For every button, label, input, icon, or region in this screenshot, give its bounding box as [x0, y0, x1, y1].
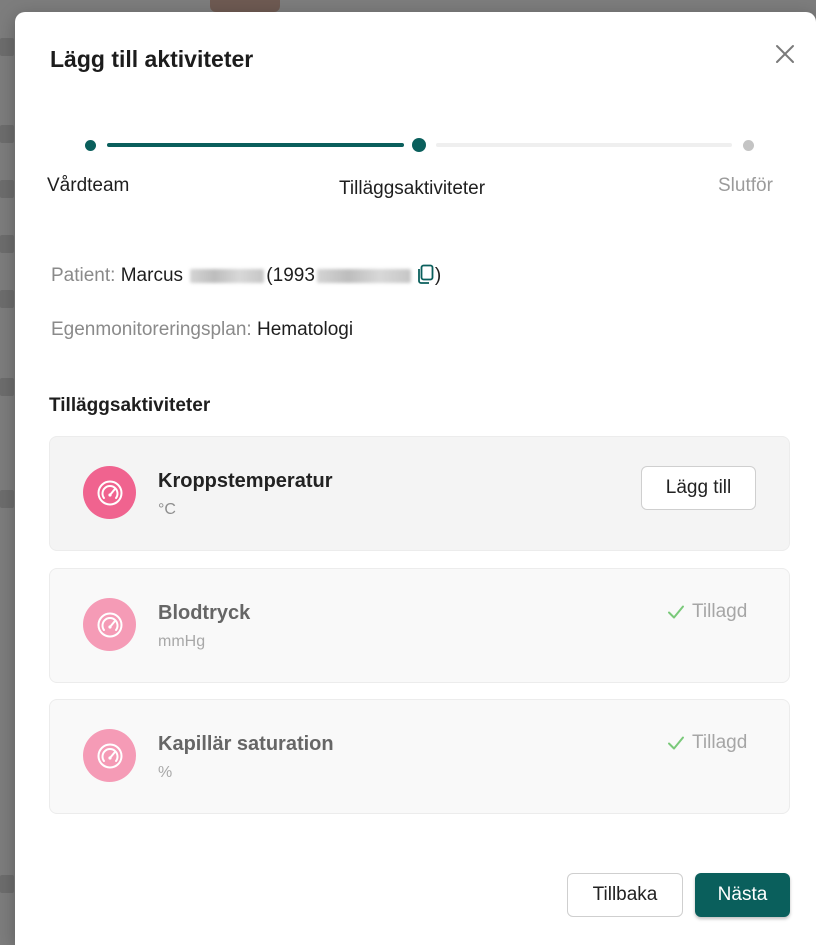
added-label: Tillagd: [692, 732, 748, 753]
activity-name: Kapillär saturation: [158, 733, 334, 755]
background-fragment: [0, 490, 14, 508]
added-status: Tillagd: [666, 601, 747, 623]
activity-icon: [83, 598, 136, 651]
patient-id-suffix: ): [434, 265, 442, 286]
section-title: Tilläggsaktiviteter: [49, 395, 211, 416]
activity-icon: [83, 466, 136, 519]
step-dot-3: [743, 140, 754, 151]
patient-first-name: Marcus: [120, 265, 184, 286]
step-dot-2: [412, 138, 426, 152]
activity-unit: °C: [158, 501, 176, 518]
background-fragment: [0, 290, 14, 308]
gauge-icon: [97, 743, 122, 768]
check-icon: [668, 736, 684, 750]
check-icon: [668, 605, 684, 619]
step-line-1: [107, 143, 404, 147]
plan-label: Egenmonitoreringsplan: [51, 319, 247, 340]
activity-icon: [83, 729, 136, 782]
background-fragment: [0, 180, 14, 198]
activity-card-capillary-saturation: Kapillär saturation % Tillagd: [49, 699, 790, 814]
gauge-icon: [97, 612, 122, 637]
copy-button[interactable]: [417, 264, 435, 284]
background-fragment: [0, 125, 14, 143]
background-fragment: [0, 235, 14, 253]
gauge-icon: [97, 480, 122, 505]
patient-row: Patient: Marcus (1993): [51, 264, 441, 287]
added-status: Tillagd: [666, 732, 747, 754]
step-line-2: [436, 143, 732, 147]
patient-label: Patient: [51, 265, 111, 286]
add-activity-button[interactable]: Lägg till: [641, 466, 756, 510]
added-label: Tillagd: [692, 601, 748, 622]
step-label-additional-activities: Tilläggsaktiviteter: [339, 178, 486, 199]
activity-card-blood-pressure: Blodtryck mmHg Tillagd: [49, 568, 790, 683]
step-dot-1: [85, 140, 96, 151]
copy-icon: [418, 264, 434, 284]
add-activities-modal: Lägg till aktiviteter Vårdteam Tilläggsa…: [15, 12, 816, 945]
step-label-finish: Slutför: [718, 175, 773, 196]
activity-unit: mmHg: [158, 633, 206, 650]
activity-card-body-temperature: Kroppstemperatur °C Lägg till: [49, 436, 790, 551]
patient-id-prefix: (1993: [266, 265, 315, 286]
next-button[interactable]: Nästa: [695, 873, 790, 917]
patient-separator: :: [110, 265, 116, 286]
back-button[interactable]: Tillbaka: [567, 873, 683, 917]
redacted-last-name: [190, 268, 265, 283]
background-fragment: [0, 38, 14, 56]
plan-row: Egenmonitoreringsplan: Hematologi: [51, 319, 353, 341]
plan-separator: :: [246, 319, 252, 340]
activity-unit: %: [158, 764, 173, 781]
activity-name: Blodtryck: [158, 602, 251, 624]
background-avatar: [210, 0, 280, 12]
step-label-care-team: Vårdteam: [47, 175, 130, 196]
background-fragment: [0, 875, 14, 893]
background-fragment: [0, 378, 14, 396]
activity-name: Kroppstemperatur: [158, 470, 333, 492]
plan-value: Hematologi: [256, 319, 354, 340]
stepper: Vårdteam Tilläggsaktiviteter Slutför: [15, 12, 816, 212]
redacted-personal-number: [316, 268, 411, 283]
